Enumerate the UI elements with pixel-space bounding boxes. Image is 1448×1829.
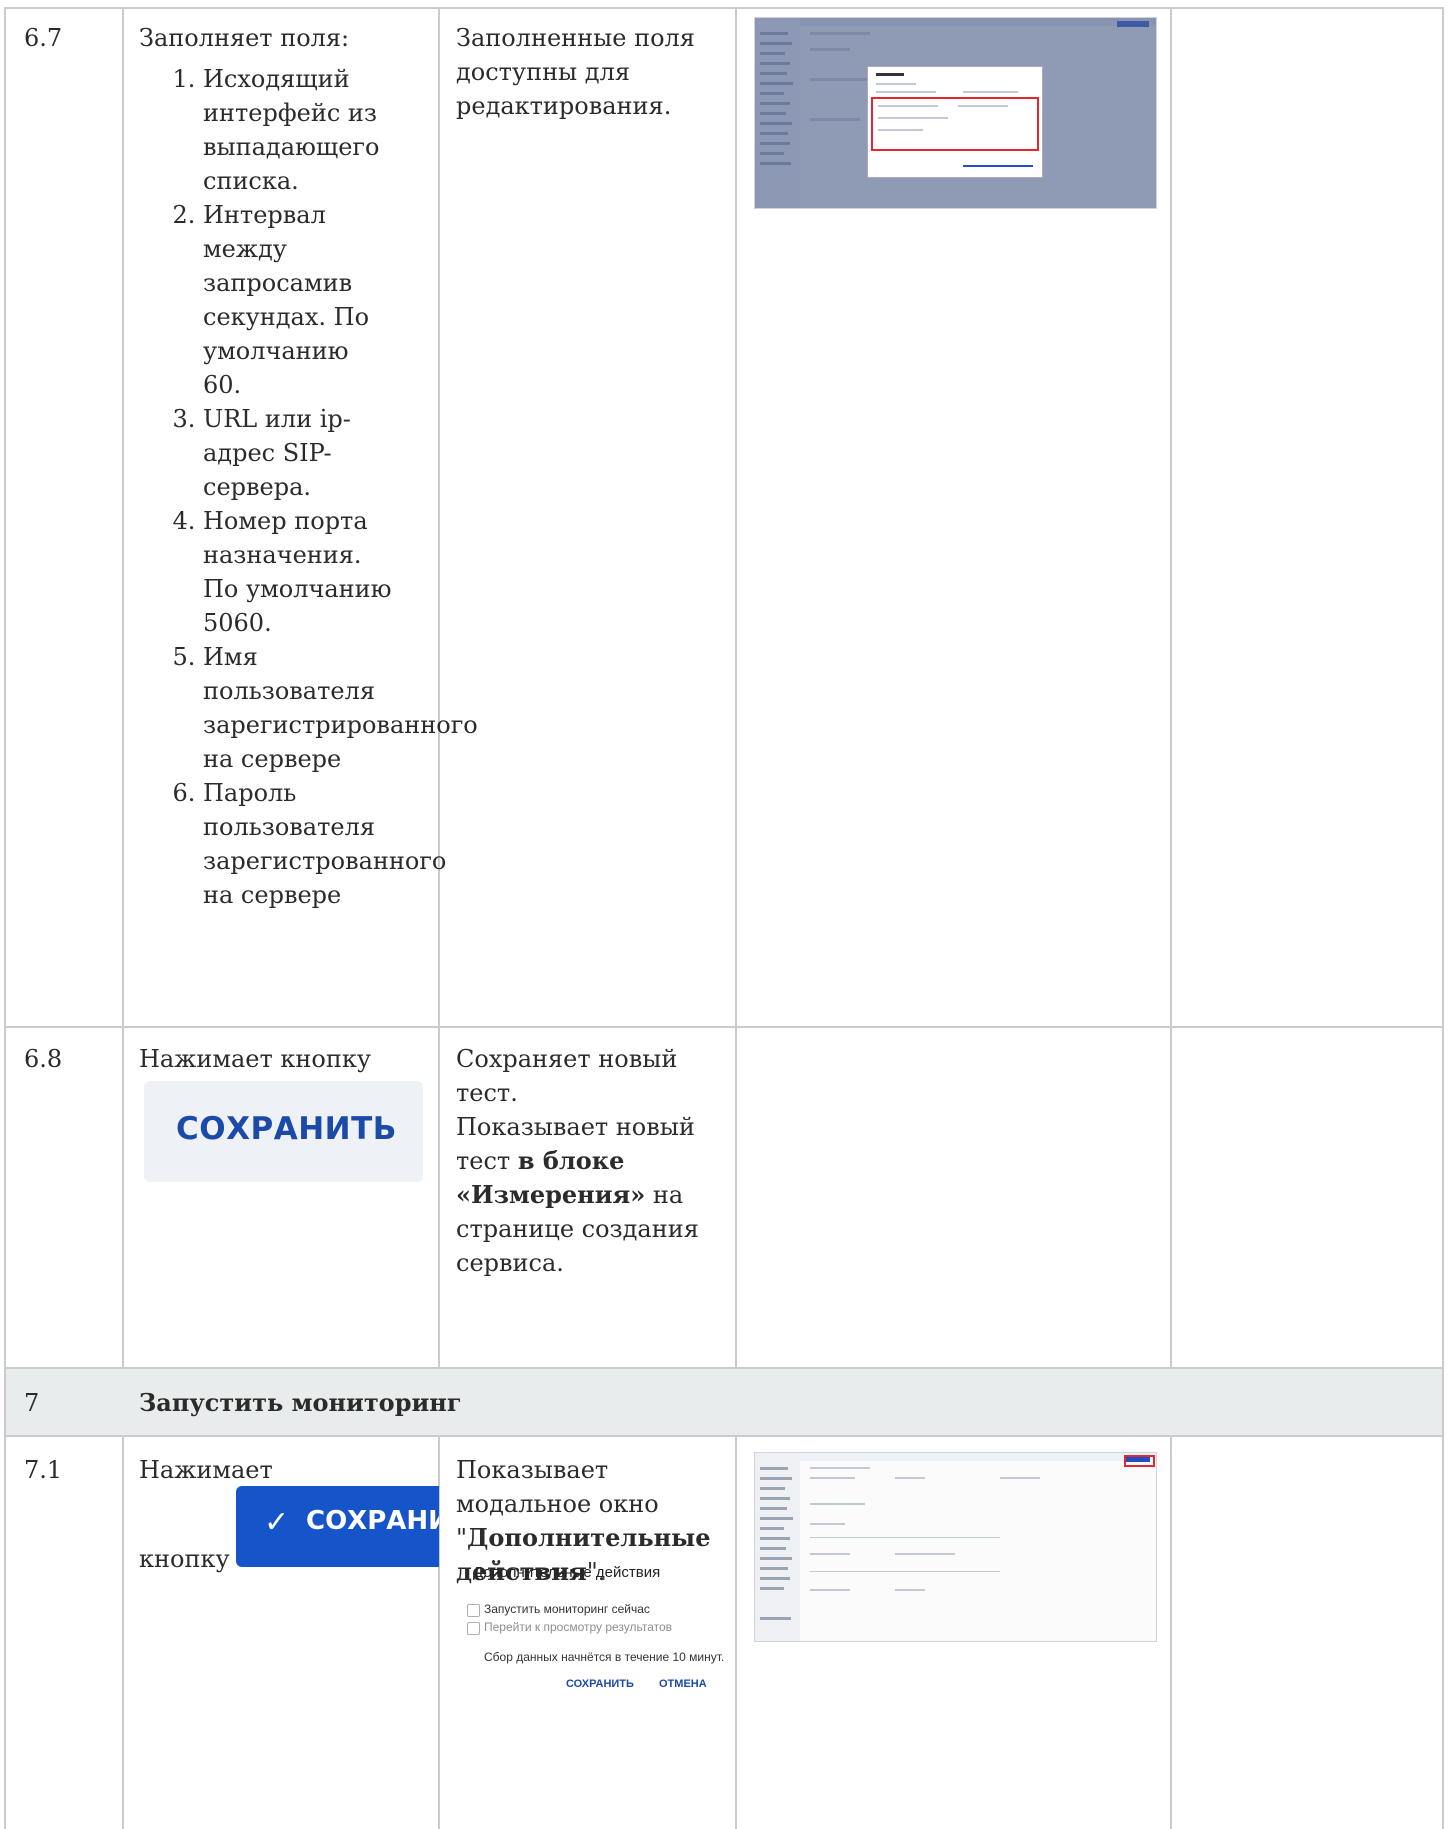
save-button-image: СОХРАНИТЬ: [144, 1081, 423, 1182]
sidebar-line: [760, 1577, 790, 1580]
thumbnail-sidebar: [755, 1453, 800, 1641]
sidebar-line: [760, 1477, 792, 1480]
table-border: [4, 1435, 1444, 1437]
modal-line: [958, 105, 1008, 107]
view-results-checkbox[interactable]: [467, 1622, 480, 1635]
result-line: Сохраняет новый тест.: [456, 1045, 678, 1107]
save-button-image: ✓ СОХРАНИ: [236, 1486, 439, 1567]
list-item: Номер порта назначения. По умолчанию 506…: [203, 504, 393, 640]
list-item: Интервал между запросамив секундах. По у…: [203, 198, 393, 402]
table-border: [1442, 7, 1444, 1829]
sidebar-line: [760, 1497, 790, 1500]
content-line: [810, 1589, 850, 1591]
sidebar-line: [760, 1617, 791, 1620]
list-item: Исходящий интерфейс из выпадающего списк…: [203, 62, 393, 198]
content-line: [810, 1523, 845, 1525]
step-number: 6.7: [24, 24, 63, 52]
table-border: [4, 1026, 1444, 1028]
modal-line: [878, 129, 923, 131]
table-border: [4, 1367, 1444, 1369]
action-text: Нажимает кнопку: [139, 1045, 371, 1073]
content-line: [810, 1503, 865, 1505]
modal-title-line: [876, 73, 904, 76]
content-line: [810, 1537, 1000, 1538]
step-number: 7.1: [24, 1456, 63, 1484]
modal-line: [876, 83, 916, 85]
content-line: [895, 1589, 925, 1591]
modal-title: Дополнительные действия: [473, 1564, 661, 1581]
modal-line: [876, 91, 936, 93]
action-text: кнопку: [139, 1545, 230, 1573]
modal-cancel-button[interactable]: ОТМЕНА: [659, 1678, 707, 1690]
thumbnail-topbar: [755, 1453, 1156, 1461]
modal-note: Сбор данных начнётся в течение 10 минут.: [484, 1650, 725, 1664]
view-results-label: Перейти к просмотру результатов: [484, 1620, 673, 1634]
content-line: [810, 1467, 870, 1469]
table-border: [735, 7, 737, 1368]
screenshot-thumbnail: [754, 17, 1157, 209]
table-border: [735, 1435, 737, 1829]
table-border: [1170, 1435, 1172, 1829]
sidebar-line: [760, 1517, 793, 1520]
run-now-checkbox[interactable]: [467, 1604, 480, 1617]
modal-line: [878, 117, 948, 119]
content-line: [895, 1553, 955, 1555]
sidebar-line: [760, 1487, 785, 1490]
expected-result: Сохраняет новый тест. Показывает новый т…: [456, 1042, 716, 1280]
sidebar-line: [760, 1547, 786, 1550]
table-border: [1170, 7, 1172, 1368]
sidebar-line: [760, 1557, 792, 1560]
action-text: Нажимает: [139, 1456, 273, 1484]
highlight-box: [1124, 1455, 1155, 1467]
list-item: Имя пользователя зарегистрированного на …: [203, 640, 478, 776]
content-line: [810, 1477, 855, 1479]
sidebar-line: [760, 1467, 788, 1470]
content-line: [1000, 1477, 1040, 1479]
save-button-label: СОХРАНИТЬ: [176, 1111, 397, 1147]
sidebar-line: [760, 1507, 787, 1510]
action-intro: Заполняет поля:: [139, 24, 350, 52]
content-line: [810, 1571, 1000, 1572]
step-number: 6.8: [24, 1045, 63, 1073]
section-title: Запустить мониторинг: [139, 1388, 462, 1417]
modal-line: [963, 91, 1018, 93]
sidebar-line: [760, 1537, 790, 1540]
list-item: URL или ip-адрес SIP-сервера.: [203, 402, 393, 504]
result-line: Показывает новый тест в блоке «Измерения…: [456, 1110, 716, 1280]
sidebar-line: [760, 1527, 784, 1530]
run-now-label: Запустить мониторинг сейчас: [484, 1602, 650, 1616]
content-line: [810, 1553, 850, 1555]
expected-result: Заполненные поля доступны для редактиров…: [456, 24, 695, 120]
sidebar-line: [760, 1587, 784, 1590]
table-border: [4, 7, 1444, 9]
section-number: 7: [24, 1389, 40, 1417]
table-border: [122, 7, 124, 1368]
screenshot-thumbnail: [754, 1452, 1157, 1642]
checkmark-icon: ✓: [264, 1505, 290, 1540]
modal-save-button[interactable]: СОХРАНИТЬ: [566, 1678, 634, 1690]
content-line: [895, 1477, 925, 1479]
sidebar-line: [760, 1567, 788, 1570]
modal-line: [878, 105, 938, 107]
create-test-modal: [867, 66, 1043, 178]
list-item: Пароль пользователя зарегистрованного на…: [203, 776, 446, 912]
save-button-label: СОХРАНИ: [306, 1506, 439, 1536]
table-border: [4, 7, 6, 1829]
table-border: [438, 7, 440, 1368]
modal-actions: [963, 165, 1033, 167]
table-border: [122, 1435, 124, 1829]
procedure-table: 6.7 Заполняет поля: Исходящий интерфейс …: [0, 0, 1448, 1829]
field-list: Исходящий интерфейс из выпадающего списк…: [170, 62, 478, 912]
